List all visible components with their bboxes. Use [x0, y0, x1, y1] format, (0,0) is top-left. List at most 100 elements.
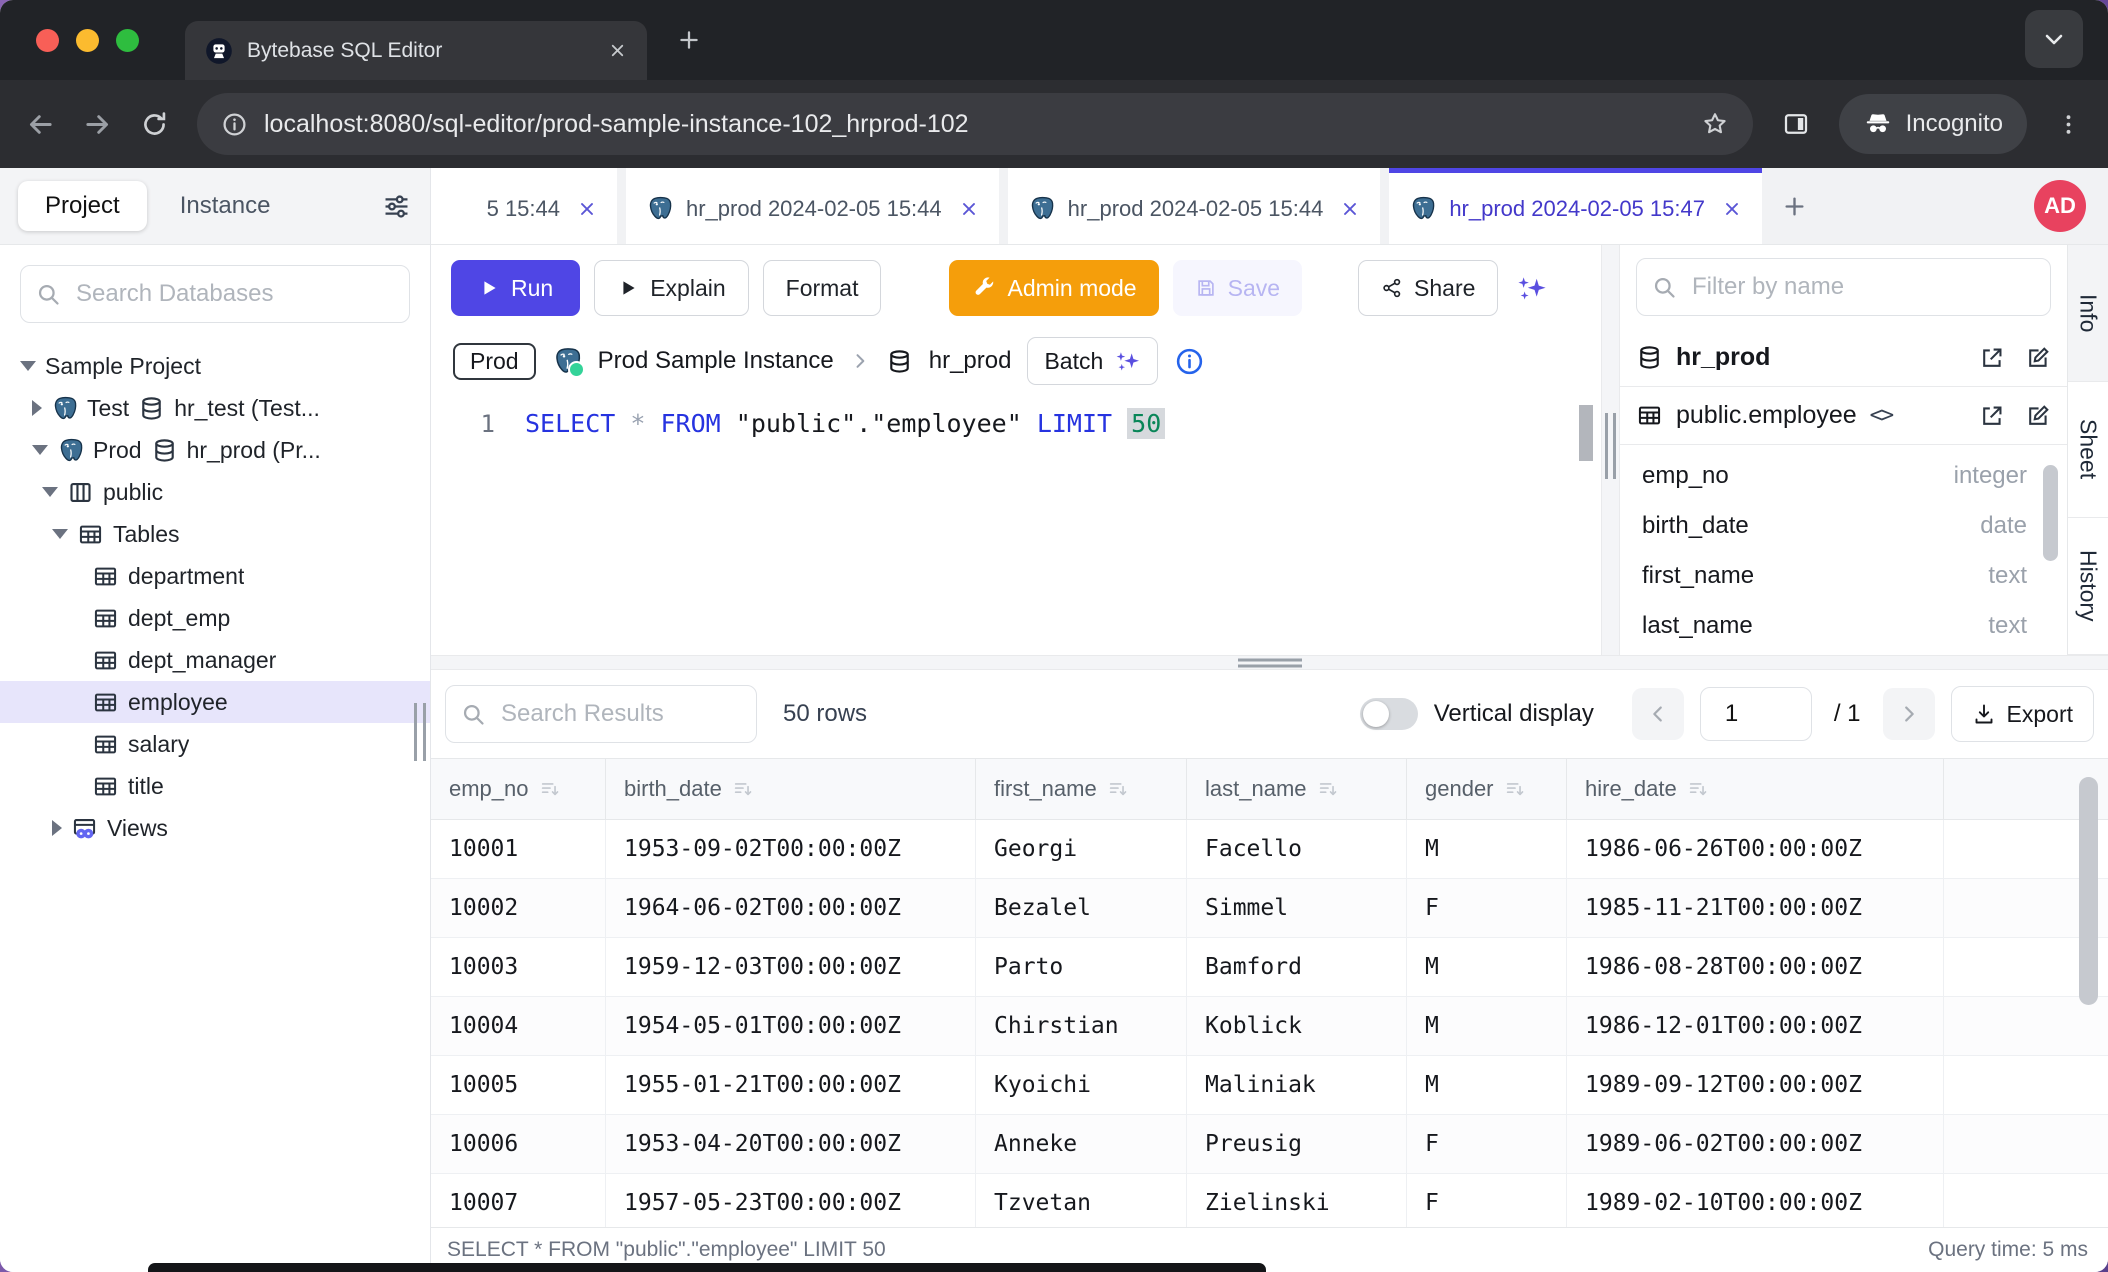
tree-item-salary[interactable]: salary	[0, 723, 430, 765]
results-resize-handle[interactable]	[1238, 658, 1302, 667]
column-name: last_name	[1642, 612, 1753, 640]
caret-right-icon[interactable]	[52, 820, 62, 836]
column-header-hire-date[interactable]: hire_date	[1567, 759, 1944, 819]
database-icon	[138, 395, 165, 422]
next-page-button[interactable]	[1883, 688, 1935, 740]
side-tab-info[interactable]: Info	[2068, 245, 2108, 382]
filter-by-name-input[interactable]	[1690, 272, 2036, 302]
browser-tab[interactable]: Bytebase SQL Editor	[185, 21, 647, 80]
editor-tab-2[interactable]: hr_prod 2024-02-05 15:44	[626, 168, 999, 244]
tree-item-prod[interactable]: Prodhr_prod (Pr...	[0, 429, 430, 471]
close-tab-icon[interactable]	[577, 199, 597, 219]
run-button[interactable]: Run	[451, 260, 580, 316]
table-cell: 10005	[431, 1056, 606, 1114]
tab-instance[interactable]: Instance	[153, 181, 298, 231]
editor-tab-1[interactable]: 5 15:44	[431, 168, 617, 244]
caret-down-icon[interactable]	[20, 361, 36, 371]
url-bar[interactable]: localhost:8080/sql-editor/prod-sample-in…	[197, 93, 1753, 155]
column-header-birth-date[interactable]: birth_date	[606, 759, 976, 819]
explain-button[interactable]: Explain	[594, 260, 748, 316]
edit-icon[interactable]	[2025, 403, 2051, 429]
search-icon	[1651, 274, 1678, 301]
instance-name[interactable]: Prod Sample Instance	[598, 347, 834, 375]
tree-item-public[interactable]: public	[0, 471, 430, 513]
close-tab-icon[interactable]	[1722, 199, 1742, 219]
results-scrollbar[interactable]	[2079, 777, 2098, 1005]
panel-resize-handle[interactable]	[1605, 413, 1616, 479]
avatar[interactable]: AD	[2034, 180, 2086, 232]
database-name[interactable]: hr_prod	[929, 347, 1012, 375]
caret-right-icon[interactable]	[32, 400, 42, 416]
caret-down-icon[interactable]	[32, 445, 48, 455]
column-header-emp-no[interactable]: emp_no	[431, 759, 606, 819]
share-button[interactable]: Share	[1358, 260, 1498, 316]
search-results-input[interactable]	[499, 699, 742, 729]
admin-mode-button[interactable]: Admin mode	[949, 260, 1158, 316]
browser-menu-button[interactable]	[2055, 111, 2082, 138]
tree-item-employee[interactable]: employee	[0, 681, 430, 723]
column-header-gender[interactable]: gender	[1407, 759, 1567, 819]
sql-editor[interactable]: 1 SELECT * FROM "public"."employee" LIMI…	[431, 391, 1601, 655]
caret-down-icon[interactable]	[52, 529, 68, 539]
tree-item-test[interactable]: Testhr_test (Test...	[0, 387, 430, 429]
close-window-button[interactable]	[36, 29, 59, 52]
external-link-icon[interactable]	[1979, 403, 2005, 429]
results-table-header: emp_nobirth_datefirst_namelast_namegende…	[431, 759, 2108, 820]
tree-item-dept-emp[interactable]: dept_emp	[0, 597, 430, 639]
export-button[interactable]: Export	[1951, 686, 2094, 742]
side-tab-sheet[interactable]: Sheet	[2068, 382, 2108, 519]
back-button[interactable]	[26, 110, 55, 139]
code-tag-icon[interactable]: <>	[1870, 403, 1893, 428]
table-cell: Simmel	[1187, 879, 1407, 937]
table-cell: F	[1407, 1115, 1567, 1173]
table-cell: Parto	[976, 938, 1187, 996]
editor-section: Run Explain Format Admin mod	[431, 245, 2108, 655]
maximize-window-button[interactable]	[116, 29, 139, 52]
site-info-icon[interactable]	[221, 111, 248, 138]
editor-scrollbar[interactable]	[1579, 405, 1593, 461]
tree-item-title[interactable]: title	[0, 765, 430, 807]
caret-down-icon[interactable]	[42, 487, 58, 497]
previous-page-button[interactable]	[1632, 688, 1684, 740]
new-editor-tab-button[interactable]	[1781, 193, 1808, 220]
sidebar-resize-handle[interactable]	[414, 703, 426, 761]
tree-item-tables[interactable]: Tables	[0, 513, 430, 555]
editor-tab-3[interactable]: hr_prod 2024-02-05 15:44	[1008, 168, 1381, 244]
vertical-display-toggle[interactable]	[1360, 698, 1418, 730]
format-button[interactable]: Format	[763, 260, 882, 316]
tab-overflow-button[interactable]	[2025, 10, 2083, 68]
new-browser-tab-button[interactable]	[676, 27, 702, 53]
side-tab-history[interactable]: History	[2068, 518, 2108, 655]
filter-sliders-icon[interactable]	[381, 191, 412, 222]
tree-item-department[interactable]: department	[0, 555, 430, 597]
close-tab-icon[interactable]	[1340, 199, 1360, 219]
tree-item-views[interactable]: Views	[0, 807, 430, 849]
editor-tab-4[interactable]: hr_prod 2024-02-05 15:47	[1389, 168, 1762, 244]
side-panel-icon[interactable]	[1781, 109, 1811, 139]
table-cell: 10007	[431, 1174, 606, 1227]
external-link-icon[interactable]	[1979, 345, 2005, 371]
edit-icon[interactable]	[2025, 345, 2051, 371]
minimize-window-button[interactable]	[76, 29, 99, 52]
close-tab-icon[interactable]	[959, 199, 979, 219]
tree-item-sample-project[interactable]: Sample Project	[0, 345, 430, 387]
forward-button[interactable]	[83, 110, 112, 139]
column-list-scrollbar[interactable]	[2043, 465, 2058, 561]
tree-item-dept-manager[interactable]: dept_manager	[0, 639, 430, 681]
close-browser-tab-icon[interactable]	[608, 41, 627, 60]
column-header-last-name[interactable]: last_name	[1187, 759, 1407, 819]
column-header-first-name[interactable]: first_name	[976, 759, 1187, 819]
batch-button[interactable]: Batch	[1027, 337, 1158, 385]
table-row: 100061953-04-20T00:00:00ZAnnekePreusigF1…	[431, 1115, 2108, 1174]
sort-icon	[732, 778, 754, 800]
info-circle-icon[interactable]	[1174, 346, 1205, 377]
save-button[interactable]: Save	[1173, 260, 1302, 316]
tab-project[interactable]: Project	[18, 181, 147, 231]
ai-sparkles-icon[interactable]	[1514, 271, 1548, 305]
bookmark-star-icon[interactable]	[1701, 110, 1729, 138]
search-databases-input[interactable]	[74, 279, 395, 309]
page-number-input[interactable]	[1700, 687, 1812, 741]
reload-button[interactable]	[140, 110, 169, 139]
results-table: emp_nobirth_datefirst_namelast_namegende…	[431, 758, 2108, 1227]
table-cell: Zielinski	[1187, 1174, 1407, 1227]
